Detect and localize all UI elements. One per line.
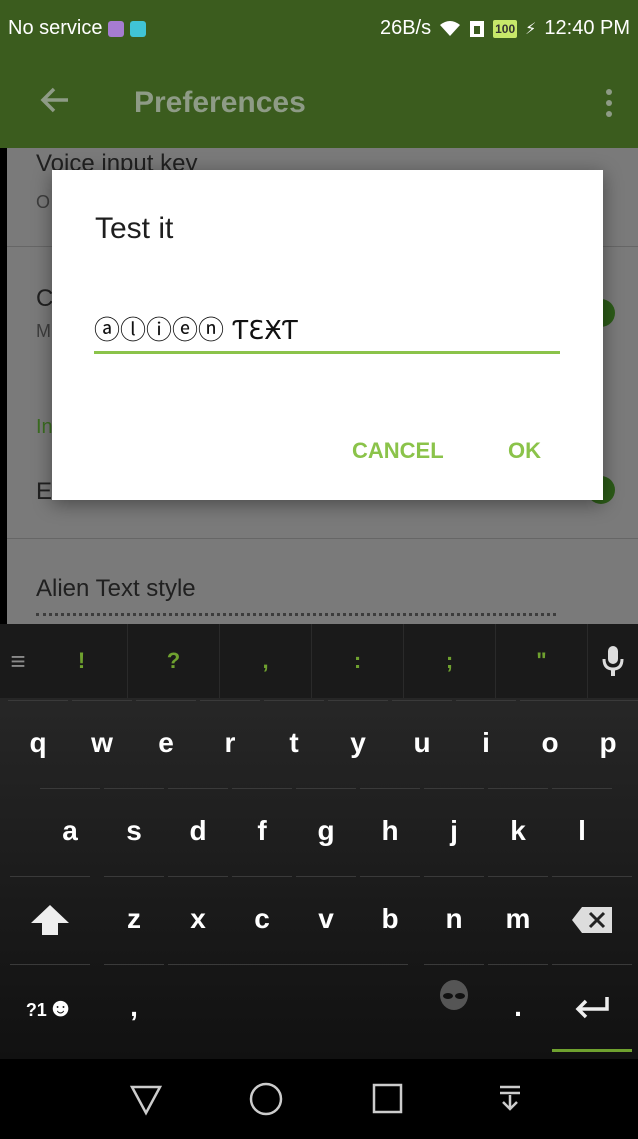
key-j[interactable]: j [424,788,484,876]
test-it-dialog: Test it CANCEL OK [52,170,603,500]
suggestion-strip: ≡ ! ? , : ; " [0,624,638,698]
pref-subtitle: O [36,192,51,212]
network-speed: 26B/s [379,17,432,39]
category-header: In [36,416,53,438]
key-h[interactable]: h [360,788,420,876]
pref-title: Alien Text style [36,575,196,602]
key-e[interactable]: e [136,700,196,788]
backspace-key[interactable] [552,876,632,964]
key-n[interactable]: n [424,876,484,964]
key-s[interactable]: s [104,788,164,876]
test-text-input[interactable] [94,306,560,354]
hide-keyboard-icon[interactable] [492,1081,532,1121]
pref-subtitle: M [36,321,51,341]
notification-android-icon [130,20,147,37]
suggestion-item[interactable]: , [220,624,312,698]
key-d[interactable]: d [168,788,228,876]
charging-icon: ⚡ [525,20,537,38]
emoji-icon: ☻ [46,992,75,1022]
square-recents-icon[interactable] [370,1081,410,1121]
key-w[interactable]: w [72,700,132,788]
status-bar: No service 26B/s 100 ⚡ 12:40 PM [0,0,638,57]
key-f[interactable]: f [232,788,292,876]
key-c[interactable]: c [232,876,292,964]
key-x[interactable]: x [168,876,228,964]
key-l[interactable]: l [552,788,612,876]
circle-home-icon[interactable] [248,1081,288,1121]
key-b[interactable]: b [360,876,420,964]
pref-title: E [36,478,53,505]
wifi-icon [440,20,461,36]
period-key[interactable]: . [488,964,548,1052]
pref-alien-text-style[interactable]: Alien Text style [7,539,638,624]
pref-subtitle-partial [36,613,556,617]
key-r[interactable]: r [200,700,260,788]
dialog-title: Test it [95,212,174,245]
key-g[interactable]: g [296,788,356,876]
key-p[interactable]: p [578,700,638,788]
symbols-emoji-key[interactable]: ?1☻ [10,964,90,1052]
pref-title: C [36,285,54,312]
clock: 12:40 PM [544,17,630,39]
menu-icon[interactable]: ≡ [0,624,36,698]
suggestion-item[interactable]: ? [128,624,220,698]
soft-keyboard: ≡ ! ? , : ; " q w e r t y u i o p a s d … [0,624,638,1059]
key-u[interactable]: u [392,700,452,788]
sim-icon [470,20,485,37]
page-title: Preferences [134,85,306,119]
key-v[interactable]: v [296,876,356,964]
enter-key[interactable] [552,964,632,1052]
key-a[interactable]: a [40,788,100,876]
key-t[interactable]: t [264,700,324,788]
suggestion-item[interactable]: ! [36,624,128,698]
comma-key[interactable]: , [104,964,164,1052]
suggestion-item[interactable]: " [496,624,588,698]
more-vert-icon[interactable] [604,88,614,117]
microphone-icon[interactable] [588,624,638,698]
navigation-bar [0,1059,638,1139]
suggestion-item[interactable]: : [312,624,404,698]
notification-app-icon [108,20,125,37]
shift-key[interactable] [10,876,90,964]
key-i[interactable]: i [456,700,516,788]
ok-button[interactable]: OK [508,438,541,464]
key-o[interactable]: o [520,700,580,788]
key-q[interactable]: q [8,700,68,788]
key-m[interactable]: m [488,876,548,964]
alien-key-icon[interactable] [424,964,484,1052]
triangle-back-icon[interactable] [128,1081,168,1121]
arrow-left-icon[interactable] [38,83,78,123]
space-key[interactable] [168,964,408,1052]
suggestion-item[interactable]: ; [404,624,496,698]
key-k[interactable]: k [488,788,548,876]
cancel-button[interactable]: CANCEL [352,438,444,464]
app-toolbar: Preferences [0,57,638,148]
key-z[interactable]: z [104,876,164,964]
battery-icon: 100 [493,19,518,38]
carrier-text: No service [8,17,103,39]
key-y[interactable]: y [328,700,388,788]
